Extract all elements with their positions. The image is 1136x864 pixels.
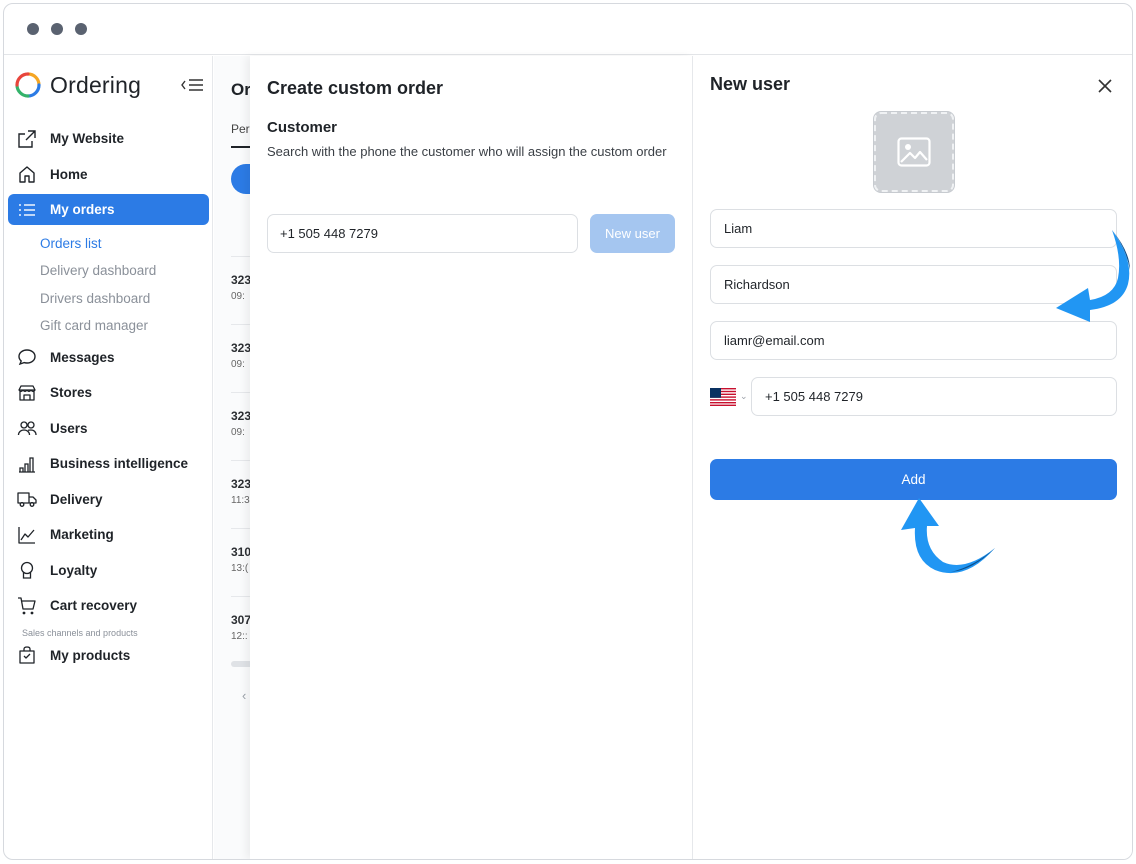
sidebar-item-users[interactable]: Users [8, 413, 209, 444]
page-title: Or [231, 80, 251, 99]
home-icon [19, 166, 35, 183]
sidebar-subitem-delivery-dashboard[interactable]: Delivery dashboard [4, 257, 213, 285]
sidebar-item-label: Marketing [50, 527, 114, 542]
customer-heading: Customer [267, 119, 338, 136]
user-photo-upload[interactable] [874, 112, 954, 192]
sidebar-item-label: Cart recovery [50, 598, 138, 613]
award-icon [20, 561, 34, 579]
sidebar-item-my-products[interactable]: My products [8, 640, 209, 671]
shopping-bag-icon [19, 646, 35, 664]
panel-title: New user [710, 74, 791, 94]
us-flag-icon[interactable] [710, 388, 736, 406]
sidebar: Ordering My Website Home My orders Order… [4, 56, 213, 859]
panel-title: Create custom order [267, 78, 444, 98]
image-placeholder-icon [897, 137, 931, 167]
annotation-arrow-icon [901, 498, 995, 574]
truck-icon [17, 492, 37, 507]
sidebar-item-label: Business intelligence [50, 456, 189, 471]
cart-icon [18, 596, 36, 614]
sidebar-item-my-website[interactable]: My Website [8, 123, 209, 154]
users-icon [17, 421, 37, 436]
sidebar-item-loyalty[interactable]: Loyalty [8, 555, 209, 586]
sidebar-item-cart-recovery[interactable]: Cart recovery [8, 590, 209, 621]
close-icon[interactable] [1097, 78, 1113, 94]
create-custom-order-panel: Create custom order Customer Search with… [250, 56, 693, 859]
customer-phone-input[interactable] [267, 214, 578, 253]
sidebar-subitem-gift-card-manager[interactable]: Gift card manager [4, 312, 213, 340]
bar-chart-icon [19, 456, 35, 473]
sidebar-item-label: Users [50, 420, 88, 436]
orders-list-panel: Or Per 323 09: 323 09: 323 09: 323 11:3 310 1… [214, 56, 254, 859]
trend-line-icon [18, 526, 35, 544]
sidebar-subitem-orders-list[interactable]: Orders list [4, 230, 213, 258]
ordering-logo-icon [15, 72, 41, 98]
chevron-left-icon[interactable]: ‹ [242, 688, 246, 703]
sidebar-nav: My Website Home My orders Orders list De… [4, 123, 213, 675]
window-dot-icon [27, 23, 39, 35]
storefront-icon [18, 384, 36, 401]
sidebar-item-label: Loyalty [50, 562, 98, 578]
sidebar-item-business-intelligence[interactable]: Business intelligence [8, 448, 209, 479]
sidebar-item-home[interactable]: Home [8, 159, 209, 190]
sidebar-item-label: Stores [50, 385, 93, 400]
app-logo[interactable]: Ordering [14, 70, 204, 100]
customer-description: Search with the phone the customer who w… [267, 144, 667, 159]
list-icon [19, 203, 35, 216]
new-user-panel: New user ⌄ Add [693, 56, 1132, 859]
app-body: Ordering My Website Home My orders Order… [4, 56, 1132, 859]
app-name: Ordering [50, 71, 142, 98]
tab-pending[interactable]: Per [231, 122, 250, 136]
chevron-down-icon[interactable]: ⌄ [740, 391, 748, 402]
sidebar-subitem-drivers-dashboard[interactable]: Drivers dashboard [4, 285, 213, 313]
collapse-sidebar-icon[interactable] [180, 76, 204, 94]
sidebar-item-marketing[interactable]: Marketing [8, 519, 209, 550]
sidebar-section-label: Sales channels and products [22, 627, 138, 638]
sidebar-item-label: My orders [50, 202, 115, 217]
sidebar-item-my-orders[interactable]: My orders [8, 194, 209, 225]
new-user-button[interactable]: New user [590, 214, 675, 253]
sidebar-item-label: Home [50, 166, 88, 182]
annotation-arrow-icon [1056, 230, 1130, 322]
sidebar-item-delivery[interactable]: Delivery [8, 484, 209, 515]
sidebar-item-label: Delivery [50, 491, 103, 507]
sidebar-item-stores[interactable]: Stores [8, 377, 209, 408]
sidebar-item-label: Messages [50, 349, 115, 365]
external-link-icon [18, 129, 36, 148]
chat-bubble-icon [18, 349, 36, 366]
browser-window: Ordering My Website Home My orders Order… [3, 3, 1133, 860]
window-titlebar [4, 4, 1132, 55]
sidebar-item-label: My products [50, 647, 131, 663]
sidebar-item-label: My Website [50, 131, 125, 146]
window-dot-icon [51, 23, 63, 35]
phone-field[interactable] [751, 377, 1117, 416]
window-dot-icon [75, 23, 87, 35]
sidebar-item-messages[interactable]: Messages [8, 342, 209, 373]
